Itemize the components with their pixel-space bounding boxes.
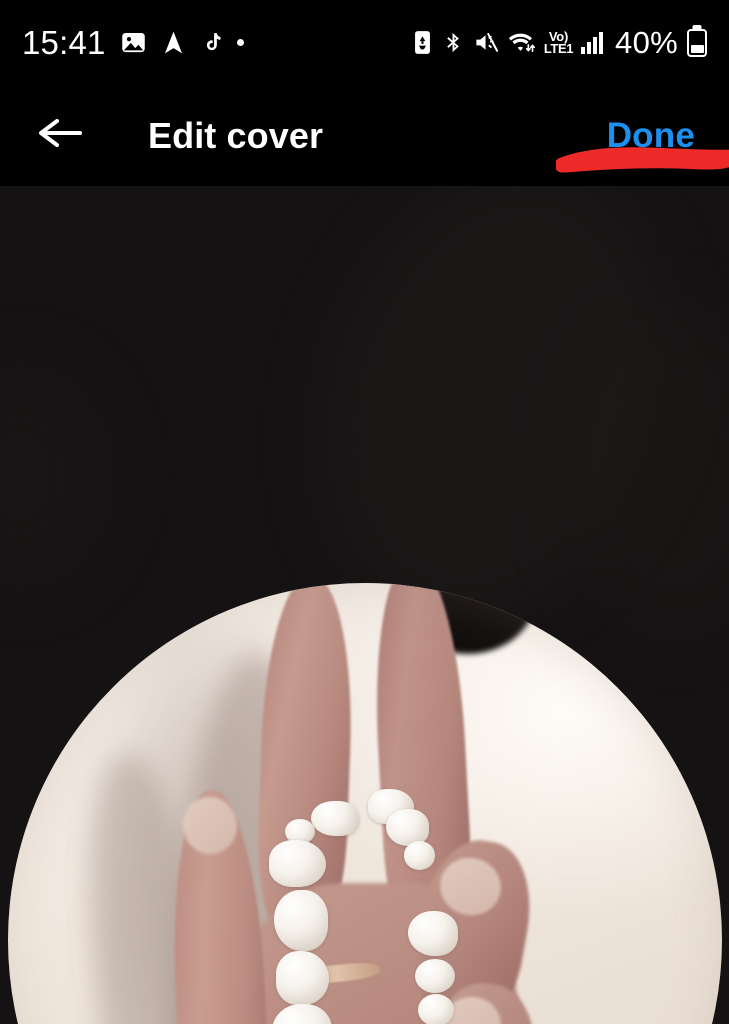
pearl xyxy=(403,841,435,870)
gallery-icon xyxy=(120,29,147,56)
done-button[interactable]: Done xyxy=(607,116,703,156)
cover-photo-stage[interactable] xyxy=(0,186,729,1024)
status-bar-right: Vo) LTE1 40% xyxy=(412,25,707,61)
navigation-arrow-icon xyxy=(161,29,186,56)
volte-bottom-label: LTE1 xyxy=(543,40,574,56)
pearl xyxy=(269,840,327,888)
page-title: Edit cover xyxy=(148,114,324,156)
pearl xyxy=(417,994,454,1024)
mute-icon xyxy=(474,29,499,56)
back-button[interactable] xyxy=(30,105,92,167)
arrow-left-icon xyxy=(33,113,89,158)
pearl xyxy=(311,800,359,837)
pearl xyxy=(273,890,328,952)
pearl xyxy=(386,808,430,846)
battery-icon xyxy=(687,28,707,57)
backdrop-shape-b xyxy=(0,366,110,586)
pearl xyxy=(407,911,458,956)
volte-icon: Vo) LTE1 xyxy=(543,30,574,56)
hand-peace-sign xyxy=(8,583,722,1024)
pearl xyxy=(414,958,455,993)
cover-photo xyxy=(8,583,722,1024)
power-saving-icon xyxy=(412,29,433,56)
status-bar-left: 15:41 xyxy=(22,26,244,59)
battery-percent-label: 40% xyxy=(615,24,678,60)
tiktok-icon xyxy=(200,29,223,56)
signal-bars-icon xyxy=(581,31,604,54)
wifi-icon xyxy=(508,29,535,56)
circular-crop-preview[interactable] xyxy=(8,583,722,1024)
more-notifications-dot-icon xyxy=(236,39,244,46)
app-header: Edit cover Done xyxy=(0,85,729,186)
bluetooth-icon xyxy=(442,29,465,56)
status-bar-clock: 15:41 xyxy=(22,24,106,61)
pearl xyxy=(276,950,330,1005)
status-bar: 15:41 Vo) LTE1 40% xyxy=(0,0,729,85)
